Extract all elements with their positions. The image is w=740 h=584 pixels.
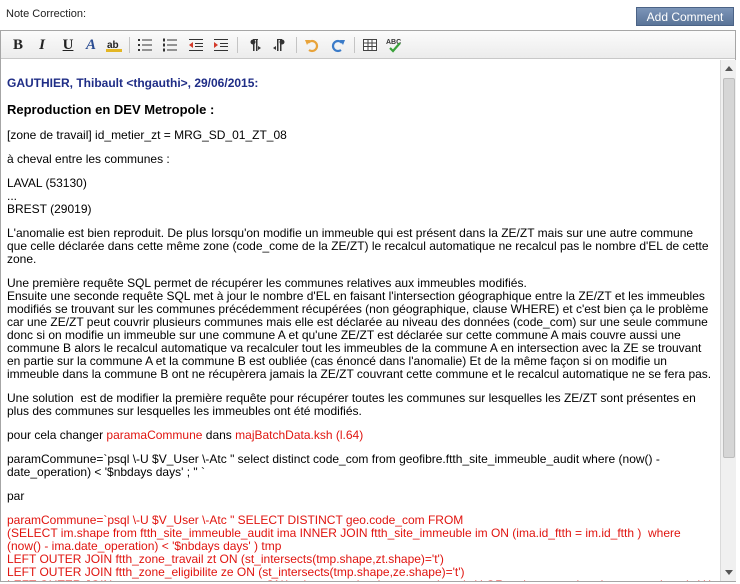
- italic-icon[interactable]: I: [32, 35, 52, 55]
- editor-content[interactable]: GAUTHIER, Thibault <thgauthi>, 29/06/201…: [1, 60, 720, 582]
- highlight-icon[interactable]: ab: [104, 35, 124, 55]
- note-header: Note Correction: Add Comment: [0, 0, 740, 30]
- commune-laval: LAVAL (53130): [7, 176, 87, 190]
- change-mid: dans: [202, 428, 236, 442]
- par-line: par: [7, 489, 25, 503]
- scroll-down-arrow-icon[interactable]: [721, 565, 737, 581]
- paragraph-anomaly: L'anomalie est bien reproduit. De plus l…: [7, 226, 712, 266]
- change-instruction: pour cela changer paramaCommune dans maj…: [7, 429, 714, 442]
- rtl-icon[interactable]: [270, 35, 290, 55]
- toolbar-separator: [237, 37, 238, 53]
- paragraph-solution: Une solution est de modifier la première…: [7, 391, 700, 418]
- old-code: paramCommune=`psql \-U $V_User \-Atc " s…: [7, 452, 664, 479]
- scroll-up-arrow-icon[interactable]: [721, 60, 737, 76]
- font-color-icon[interactable]: A: [81, 35, 101, 55]
- underline-icon[interactable]: U: [58, 35, 78, 55]
- table-icon[interactable]: [360, 35, 380, 55]
- note-correction-label: Note Correction:: [6, 8, 87, 20]
- numbered-list-icon[interactable]: [160, 35, 180, 55]
- vertical-scrollbar[interactable]: [720, 60, 736, 581]
- editor-toolbar: B I U A ab ABC: [1, 31, 735, 59]
- indent-icon[interactable]: [211, 35, 231, 55]
- commune-brest: BREST (29019): [7, 202, 92, 216]
- toolbar-separator: [354, 37, 355, 53]
- scroll-thumb[interactable]: [723, 78, 735, 458]
- comment-author: GAUTHIER, Thibault <thgauthi>, 29/06/201…: [7, 76, 259, 90]
- bullet-list-icon[interactable]: [135, 35, 155, 55]
- outdent-icon[interactable]: [186, 35, 206, 55]
- bold-icon[interactable]: B: [8, 35, 28, 55]
- change-file: majBatchData.ksh (l.64): [235, 428, 364, 442]
- rich-text-editor: B I U A ab ABC GAUTHIER, Thibault <thgau…: [0, 30, 736, 582]
- add-comment-button[interactable]: Add Comment: [636, 7, 734, 26]
- change-prefix: pour cela changer: [7, 428, 107, 442]
- undo-icon[interactable]: [302, 35, 322, 55]
- change-variable: paramaCommune: [106, 428, 203, 442]
- reproduction-heading: Reproduction en DEV Metropole :: [7, 102, 215, 117]
- paragraph-explanation: Une première requête SQL permet de récup…: [7, 276, 712, 381]
- cheval-line: à cheval entre les communes :: [7, 152, 170, 166]
- toolbar-separator: [296, 37, 297, 53]
- zone-line: [zone de travail] id_metier_zt = MRG_SD_…: [7, 128, 287, 142]
- spellcheck-icon[interactable]: ABC: [384, 35, 404, 55]
- new-code: paramCommune=`psql \-U $V_User \-Atc " S…: [7, 513, 713, 582]
- ellipsis-line: ...: [7, 189, 18, 203]
- redo-icon[interactable]: [328, 35, 348, 55]
- ltr-icon[interactable]: [244, 35, 264, 55]
- toolbar-separator: [129, 37, 130, 53]
